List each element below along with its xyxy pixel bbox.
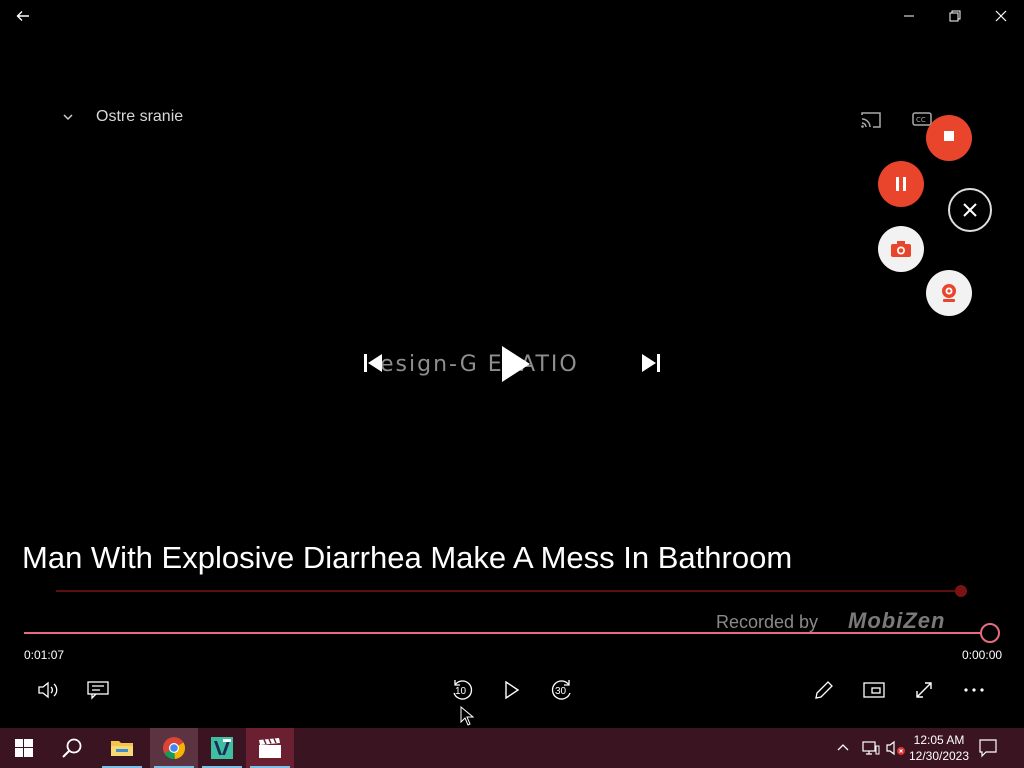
remaining-time: 0:00:00 — [962, 648, 1003, 662]
skip-forward-button[interactable]: 30 — [546, 674, 578, 706]
system-clock[interactable]: 12:05 AM 12/30/2023 — [906, 732, 972, 764]
back-button[interactable] — [0, 0, 46, 32]
video-frame[interactable]: Ostre sranie CC esign-G ERATIO Man With … — [0, 32, 1024, 728]
video-caption: Man With Explosive Diarrhea Make A Mess … — [22, 540, 793, 575]
seek-bar[interactable] — [24, 632, 990, 634]
embedded-progress-thumb — [955, 585, 967, 597]
video-center-controls: esign-G ERATIO — [362, 344, 662, 384]
minimize-button[interactable] — [886, 0, 932, 32]
chevron-down-icon — [63, 114, 73, 121]
minimize-icon — [904, 15, 914, 17]
camera-icon — [891, 241, 911, 257]
fullscreen-icon — [916, 682, 932, 698]
start-button[interactable] — [0, 728, 48, 768]
volume-muted-icon[interactable] — [886, 740, 906, 756]
embedded-progress-bar — [56, 590, 962, 592]
windows-logo-icon — [15, 739, 33, 757]
close-icon — [963, 203, 977, 217]
mouse-cursor-icon — [460, 706, 474, 726]
subtitles-icon — [87, 681, 109, 700]
close-button[interactable] — [978, 0, 1024, 32]
search-icon — [62, 738, 82, 758]
pencil-icon — [815, 681, 833, 699]
title-bar — [0, 0, 1024, 32]
volume-icon — [38, 681, 58, 699]
play-icon[interactable] — [498, 344, 532, 384]
webcam-icon — [942, 284, 956, 302]
edit-button[interactable] — [808, 674, 840, 706]
previous-icon[interactable] — [362, 352, 384, 374]
network-icon[interactable] — [862, 740, 880, 756]
pause-icon — [896, 177, 906, 191]
next-icon[interactable] — [640, 352, 662, 374]
restore-icon — [949, 10, 961, 22]
recorder-logo: MobiZen — [848, 608, 946, 633]
skip-back-seconds: 10 — [455, 686, 467, 697]
stop-icon — [944, 131, 954, 141]
chevron-up-icon[interactable] — [836, 740, 850, 754]
svg-text:CC: CC — [916, 116, 926, 124]
taskbar-movies-tv[interactable] — [246, 728, 294, 768]
folder-icon — [111, 741, 133, 756]
video-editor-icon — [211, 737, 233, 759]
clock-date: 12/30/2023 — [908, 749, 970, 763]
video-overlay-title: Ostre sranie — [96, 108, 184, 125]
record-close-button[interactable] — [948, 188, 992, 232]
fullscreen-button[interactable] — [908, 674, 940, 706]
recorded-by-label: Recorded by — [716, 612, 819, 632]
mini-view-icon — [863, 682, 885, 698]
arrow-left-icon — [16, 11, 29, 21]
skip-forward-seconds: 30 — [555, 686, 567, 697]
mini-view-button[interactable] — [858, 674, 890, 706]
notification-icon[interactable] — [978, 738, 998, 758]
taskbar-chrome[interactable] — [150, 728, 198, 768]
record-stop-button[interactable] — [926, 115, 972, 161]
cast-icon — [861, 112, 881, 128]
play-button[interactable] — [496, 674, 528, 706]
clapperboard-icon — [259, 738, 281, 758]
search-button[interactable] — [48, 728, 96, 768]
more-options-button[interactable] — [958, 674, 990, 706]
taskbar-video-editor[interactable] — [198, 728, 246, 768]
taskbar-file-explorer[interactable] — [98, 728, 146, 768]
skip-back-button[interactable]: 10 — [446, 674, 478, 706]
chrome-icon — [163, 737, 186, 760]
record-pause-button[interactable] — [878, 161, 924, 207]
close-icon — [995, 10, 1007, 22]
taskbar: 12:05 AM 12/30/2023 — [0, 728, 1024, 768]
video-watermark: esign-G ERATIO — [380, 352, 579, 377]
seek-thumb[interactable] — [980, 623, 1000, 643]
play-icon — [505, 681, 520, 699]
subtitles-button[interactable] — [82, 674, 114, 706]
restore-button[interactable] — [932, 0, 978, 32]
volume-button[interactable] — [32, 674, 64, 706]
more-icon — [964, 688, 984, 692]
elapsed-time: 0:01:07 — [24, 648, 65, 662]
screenshot-button[interactable] — [878, 226, 924, 272]
face-cam-button[interactable] — [926, 270, 972, 316]
clock-time: 12:05 AM — [913, 733, 965, 747]
